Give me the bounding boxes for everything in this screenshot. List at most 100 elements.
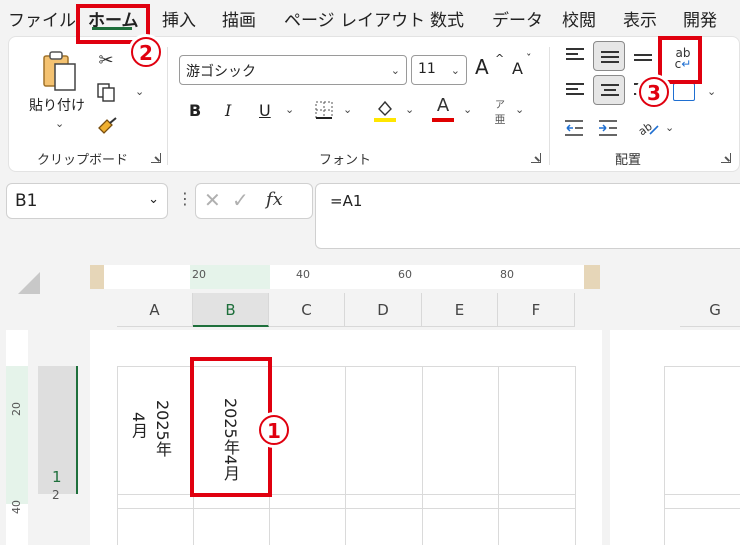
font-color-swatch xyxy=(432,118,454,122)
decrease-font-size-icon[interactable]: A xyxy=(512,59,523,78)
increase-font-size-icon[interactable]: A xyxy=(475,55,489,79)
tab-file[interactable]: ファイル xyxy=(8,6,76,31)
tab-insert[interactable]: 挿入 xyxy=(162,6,196,31)
paste-icon[interactable] xyxy=(39,49,81,93)
column-header-b[interactable]: B xyxy=(193,293,269,327)
merge-center-icon[interactable] xyxy=(673,83,695,101)
formula-buttons: ✕ ✓ fx xyxy=(195,183,313,219)
annotation-step-2: 2 xyxy=(128,34,164,70)
tab-formulas[interactable]: 数式 xyxy=(430,6,464,31)
orientation-chevron-icon[interactable]: ⌄ xyxy=(665,121,674,134)
increase-indent-icon[interactable] xyxy=(596,117,620,139)
decrease-caret-icon: ˇ xyxy=(526,52,532,65)
formula-bar-drag-handle-icon[interactable]: ⋮ xyxy=(177,189,193,208)
enter-icon[interactable]: ✓ xyxy=(232,188,249,212)
gridline xyxy=(664,494,740,495)
row-number: 1 xyxy=(52,468,62,486)
fill-color-icon[interactable] xyxy=(373,97,397,123)
column-header-g[interactable]: G xyxy=(680,293,740,327)
column-header-a[interactable]: A xyxy=(117,293,193,327)
tab-draw[interactable]: 描画 xyxy=(222,6,256,31)
paste-label[interactable]: 貼り付け xyxy=(29,95,85,115)
underline-chevron-icon[interactable]: ⌄ xyxy=(285,103,294,116)
font-name-select[interactable]: 游ゴシック ⌄ xyxy=(179,55,407,85)
borders-chevron-icon[interactable]: ⌄ xyxy=(343,103,352,116)
align-bottom-button[interactable] xyxy=(627,41,659,71)
column-header-c[interactable]: C xyxy=(269,293,345,327)
vertical-ruler-mark: 40 xyxy=(10,500,23,514)
phonetic-guide-icon[interactable]: ア 亜 xyxy=(489,97,511,126)
alignment-dialog-launcher-icon[interactable] xyxy=(721,153,731,163)
tab-page-layout[interactable]: ページ レイアウト xyxy=(284,6,425,31)
name-box[interactable]: B1 ⌄ xyxy=(6,183,168,219)
orientation-icon[interactable]: ab xyxy=(635,115,661,139)
format-painter-icon[interactable] xyxy=(95,115,119,139)
font-color-icon[interactable]: A xyxy=(431,95,455,123)
ruler-mark: 80 xyxy=(500,268,514,281)
paste-dropdown-chevron-icon[interactable]: ⌄ xyxy=(55,117,64,130)
phonetic-top: ア xyxy=(495,99,505,111)
font-name-chevron-icon: ⌄ xyxy=(390,64,400,77)
gridline xyxy=(117,366,575,367)
cancel-icon[interactable]: ✕ xyxy=(204,188,221,212)
align-top-button[interactable] xyxy=(559,41,591,71)
copy-icon[interactable] xyxy=(95,81,117,103)
group-separator xyxy=(167,47,168,165)
ruler-margin-left xyxy=(90,265,104,289)
fill-color-chevron-icon[interactable]: ⌄ xyxy=(405,103,414,116)
alignment-group-label: 配置 xyxy=(615,153,642,168)
bold-button[interactable]: B xyxy=(189,101,201,120)
row-number: 2 xyxy=(52,488,60,502)
align-center-button[interactable] xyxy=(593,75,625,105)
font-size-chevron-icon: ⌄ xyxy=(450,64,460,77)
copy-dropdown-chevron-icon[interactable]: ⌄ xyxy=(135,85,144,98)
font-group-label: フォント xyxy=(319,153,372,168)
borders-icon[interactable] xyxy=(313,99,335,121)
font-size-select[interactable]: 11 ⌄ xyxy=(411,55,467,85)
annotation-step-3: 3 xyxy=(636,74,672,110)
font-color-letter: A xyxy=(436,95,450,116)
formula-text: =A1 xyxy=(330,192,363,210)
cut-icon[interactable]: ✂ xyxy=(95,49,117,71)
increase-caret-icon: ^ xyxy=(495,52,505,65)
clipboard-group-label: クリップボード xyxy=(37,153,129,168)
underline-button[interactable]: U xyxy=(259,101,271,120)
name-box-chevron-icon[interactable]: ⌄ xyxy=(148,192,159,207)
gridline xyxy=(422,366,423,545)
italic-button[interactable]: I xyxy=(225,101,231,120)
annotation-step-1: 1 xyxy=(256,412,292,448)
align-middle-button[interactable] xyxy=(593,41,625,71)
ruler-mark: 40 xyxy=(296,268,310,281)
svg-text:ab: ab xyxy=(636,120,655,138)
align-left-button[interactable] xyxy=(559,75,591,105)
column-header-d[interactable]: D xyxy=(345,293,422,327)
vertical-ruler-selected-row xyxy=(6,366,28,504)
ruler-mark: 20 xyxy=(192,268,206,281)
group-separator xyxy=(549,47,550,165)
clipboard-dialog-launcher-icon[interactable] xyxy=(151,153,161,163)
ruler-margin-right xyxy=(584,265,600,289)
cell-a1-line2[interactable]: 4月 xyxy=(126,412,150,438)
formula-input[interactable]: =A1 xyxy=(315,183,740,249)
vertical-ruler: 20 40 xyxy=(6,330,28,545)
ruler-mark: 60 xyxy=(398,268,412,281)
row-header-1[interactable]: 1 2 xyxy=(38,366,78,502)
merge-center-chevron-icon[interactable]: ⌄ xyxy=(707,85,716,98)
phonetic-bottom: 亜 xyxy=(494,112,506,126)
column-header-f[interactable]: F xyxy=(498,293,575,327)
tab-developer[interactable]: 開発 xyxy=(683,6,717,31)
font-color-chevron-icon[interactable]: ⌄ xyxy=(463,103,472,116)
sheet-page-2 xyxy=(610,330,740,545)
gridline xyxy=(117,508,575,509)
cell-a1-line1[interactable]: 2025年 xyxy=(150,400,174,457)
phonetic-chevron-icon[interactable]: ⌄ xyxy=(515,103,524,116)
decrease-indent-icon[interactable] xyxy=(562,117,586,139)
tab-review[interactable]: 校閲 xyxy=(562,6,596,31)
tab-view[interactable]: 表示 xyxy=(623,6,657,31)
font-dialog-launcher-icon[interactable] xyxy=(531,153,541,163)
column-header-e[interactable]: E xyxy=(422,293,498,327)
select-all-icon[interactable] xyxy=(18,272,40,294)
tab-data[interactable]: データ xyxy=(492,6,543,31)
gridline xyxy=(345,366,346,545)
insert-function-icon[interactable]: fx xyxy=(266,189,283,210)
